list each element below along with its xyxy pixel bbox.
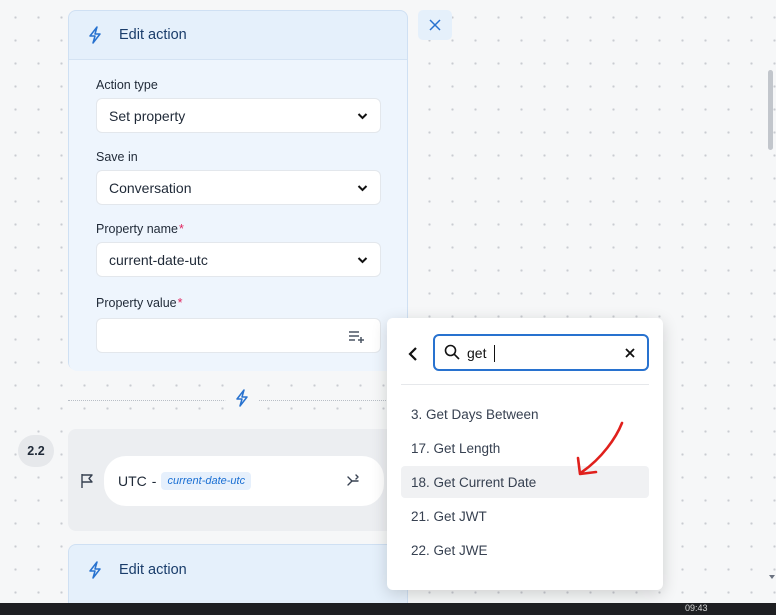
annotation-arrow	[576, 421, 624, 476]
edit-action-form: Action type Set property Save in Convers…	[69, 59, 407, 371]
dropdown-item[interactable]: 22. Get JWE	[401, 534, 649, 566]
property-name-select[interactable]: current-date-utc	[96, 242, 381, 277]
taskbar: 09:43	[0, 603, 776, 615]
chevron-down-icon	[357, 185, 368, 192]
edit-action-header[interactable]: Edit action	[69, 11, 407, 59]
bolt-icon	[89, 561, 101, 579]
insert-variable-icon[interactable]	[348, 329, 366, 343]
chevron-down-icon	[357, 113, 368, 120]
property-value-label: Property value*	[96, 296, 182, 310]
action-type-value: Set property	[109, 107, 186, 124]
property-name-label-text: Property name	[96, 222, 178, 236]
required-mark: *	[178, 222, 184, 236]
action-type-select[interactable]: Set property	[96, 98, 381, 133]
step-separator: -	[151, 473, 157, 489]
taskbar-clock: 09:43	[685, 603, 708, 613]
dropdown-item[interactable]: 21. Get JWT	[401, 500, 649, 532]
save-in-select[interactable]: Conversation	[96, 170, 381, 205]
search-input[interactable]	[467, 342, 617, 364]
action-type-label: Action type	[96, 78, 158, 92]
property-name-value: current-date-utc	[109, 251, 208, 268]
text-caret	[494, 345, 495, 362]
flag-icon	[81, 474, 93, 488]
step-pill[interactable]: UTC - current-date-utc	[104, 456, 384, 506]
search-box[interactable]	[433, 334, 649, 371]
property-value-input[interactable]	[96, 318, 381, 353]
dropdown-divider	[401, 384, 649, 385]
property-name-label: Property name*	[96, 222, 184, 236]
bolt-icon	[89, 26, 101, 44]
required-mark: *	[177, 296, 183, 310]
chevron-down-icon	[357, 257, 368, 264]
search-icon	[444, 344, 460, 360]
edit-action-panel: Edit action Action type Set property Sav…	[68, 10, 408, 371]
scroll-down-icon[interactable]	[768, 573, 776, 581]
bolt-icon	[236, 389, 248, 407]
close-button[interactable]	[418, 10, 452, 40]
branch-icon[interactable]	[346, 473, 360, 489]
step-number-badge: 2.2	[18, 435, 54, 467]
add-action-button[interactable]	[225, 381, 259, 415]
close-icon	[429, 19, 441, 31]
next-edit-action-title: Edit action	[119, 562, 187, 578]
clear-icon[interactable]	[625, 348, 635, 358]
save-in-label: Save in	[96, 150, 138, 164]
edit-action-title: Edit action	[119, 27, 187, 43]
property-tag: current-date-utc	[161, 472, 252, 490]
scrollbar-thumb[interactable]	[768, 70, 773, 150]
back-chevron-icon[interactable]	[407, 346, 419, 362]
step-name: UTC	[118, 473, 147, 489]
save-in-value: Conversation	[109, 179, 192, 196]
property-value-label-text: Property value	[96, 296, 177, 310]
next-edit-action-panel[interactable]: Edit action	[68, 544, 408, 604]
